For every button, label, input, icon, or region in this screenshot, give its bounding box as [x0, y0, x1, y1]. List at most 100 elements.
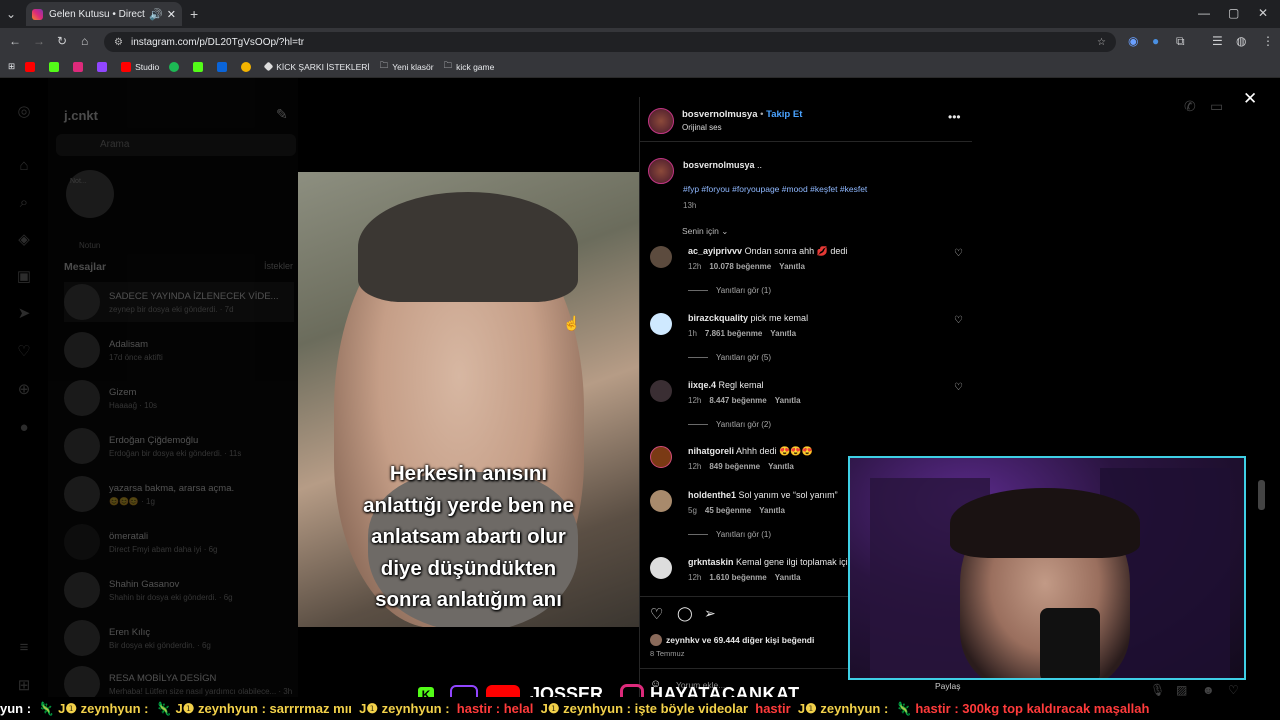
requests-link[interactable]: İstekler — [264, 261, 293, 271]
dm-thread[interactable]: Shahin Gasanov Shahin bir dosya eki gönde… — [64, 570, 294, 610]
profile-icon[interactable]: ◍ — [1236, 34, 1246, 48]
site-info-icon[interactable]: ⚙ — [114, 37, 123, 48]
dm-thread[interactable]: Adalisam 17d önce aktifti — [64, 330, 294, 370]
like-comment-icon[interactable]: ♡ — [954, 315, 963, 326]
bookmark-star-icon[interactable]: ☆ — [1097, 37, 1106, 48]
comment-post-icon[interactable]: ◯ — [677, 605, 693, 622]
share-button[interactable]: Paylaş — [935, 681, 961, 691]
avatar[interactable] — [650, 446, 672, 468]
vpn-extension-icon[interactable]: ● — [1152, 34, 1159, 48]
window-close-icon[interactable]: ✕ — [1258, 6, 1268, 20]
browser-menu-icon[interactable]: ⋮ — [1262, 34, 1274, 48]
kick-bookmark-icon[interactable] — [49, 61, 63, 72]
instagram-logo-icon[interactable]: ◎ — [14, 102, 34, 122]
follow-button[interactable]: Takip Et — [766, 109, 802, 120]
reply-button[interactable]: Yanıtla — [759, 506, 785, 515]
twitch-bookmark-icon[interactable] — [97, 61, 111, 72]
share-post-icon[interactable]: ➢ — [704, 605, 716, 622]
dm-thread[interactable]: Erdoğan Çiğdemoğlu Erdoğan bir dosya eki … — [64, 426, 294, 466]
youtube-bookmark-icon[interactable] — [25, 61, 39, 72]
compose-icon[interactable]: ✎ — [276, 106, 288, 123]
page-scrollbar[interactable] — [1258, 480, 1265, 510]
avatar[interactable] — [650, 246, 672, 268]
caption-username[interactable]: bosvernolmusya — [683, 160, 755, 170]
minimize-icon[interactable]: — — [1198, 6, 1210, 20]
apps-grid-icon[interactable]: ⊞ — [8, 61, 15, 72]
view-replies-link[interactable]: Yanıtları gör (2) — [688, 420, 771, 429]
tab-search-icon[interactable]: ⌄ — [6, 7, 16, 21]
kick-bookmark-2-icon[interactable] — [193, 61, 207, 72]
view-replies-link[interactable]: Yanıtları gör (5) — [688, 353, 771, 362]
browser-tab[interactable]: Gelen Kutusu • Direct 🔊 ✕ — [26, 2, 182, 26]
inbox-username[interactable]: j.cnkt — [64, 108, 98, 123]
close-modal-icon[interactable]: ✕ — [1243, 89, 1257, 109]
search-nav-icon[interactable]: ⌕ — [14, 193, 34, 213]
forward-icon[interactable]: → — [33, 34, 45, 48]
post-video[interactable]: Herkesin anısını anlattığı yerde ben ne … — [298, 172, 639, 627]
view-replies-link[interactable]: Yanıtları gör (1) — [688, 530, 771, 539]
avatar[interactable] — [650, 380, 672, 402]
reply-button[interactable]: Yanıtla — [770, 329, 796, 338]
home-icon[interactable]: ⌂ — [81, 34, 88, 48]
video-call-icon: ▭ — [1210, 98, 1224, 114]
more-menu-icon[interactable]: ≡ — [14, 638, 34, 658]
view-replies-link[interactable]: Yanıtları gör (1) — [688, 286, 771, 295]
speaker-icon[interactable]: 🔊 — [149, 8, 163, 21]
bookmark-kick-sarki[interactable]: KİCK ŞARKI İSTEKLERİ — [263, 62, 370, 72]
like-comment-icon[interactable]: ♡ — [954, 382, 963, 393]
audio-label[interactable]: Orijinal ses — [682, 123, 722, 132]
home-nav-icon[interactable]: ⌂ — [14, 156, 34, 176]
comment-user[interactable]: birazckquality — [688, 313, 748, 323]
liked-by-text[interactable]: zeynhkv ve 69.444 diğer kişi beğendi — [666, 635, 814, 645]
profile-nav-avatar[interactable]: ● — [14, 418, 34, 438]
chrome-bookmark-icon[interactable] — [241, 61, 255, 72]
reply-button[interactable]: Yanıtla — [768, 462, 794, 471]
dm-thread[interactable]: yazarsa bakma, ararsa açma. 😊😊😊 · 1g — [64, 474, 294, 514]
reels-nav-icon[interactable]: ▣ — [14, 267, 34, 287]
extension-icon[interactable]: ◉ — [1128, 34, 1138, 48]
new-tab-icon[interactable]: + — [190, 6, 198, 22]
tab-close-icon[interactable]: ✕ — [167, 8, 176, 21]
maximize-icon[interactable]: ▢ — [1228, 6, 1239, 20]
avatar[interactable] — [650, 490, 672, 512]
comment-user[interactable]: holdenthe1 — [688, 490, 736, 500]
caption-avatar[interactable] — [648, 158, 674, 184]
explore-nav-icon[interactable]: ◈ — [14, 230, 34, 250]
instagram-bookmark-icon[interactable] — [73, 61, 87, 72]
extensions-puzzle-icon[interactable]: ⧉ — [1176, 34, 1185, 49]
avatar[interactable] — [650, 557, 672, 579]
outlook-bookmark-icon[interactable] — [217, 61, 231, 72]
dm-thread[interactable]: ömeratali Direct Fmyi abam daha iyi · 6g — [64, 522, 294, 562]
dm-thread[interactable]: SADECE YAYINDA İZLENECEK VİDE... zeynep b… — [64, 282, 294, 322]
author-avatar[interactable] — [648, 108, 674, 134]
comment-user[interactable]: grkntaskin — [688, 557, 734, 567]
create-nav-icon[interactable]: ⊕ — [14, 380, 34, 400]
reload-icon[interactable]: ↻ — [57, 34, 67, 48]
author-username[interactable]: bosvernolmusya — [682, 109, 758, 120]
dm-search-input[interactable]: Arama — [56, 134, 296, 156]
bookmark-studio[interactable]: Studio — [121, 61, 159, 72]
messages-nav-icon[interactable]: ➤ — [14, 304, 34, 324]
notifications-nav-icon[interactable]: ♡ — [14, 342, 34, 362]
more-options-icon[interactable]: ••• — [948, 110, 961, 124]
comment-user[interactable]: ac_ayiprivvv — [688, 246, 742, 256]
like-post-icon[interactable]: ♡ — [650, 605, 663, 623]
threads-nav-icon[interactable]: ⊞ — [14, 676, 34, 696]
like-comment-icon[interactable]: ♡ — [954, 248, 963, 259]
reading-list-icon[interactable]: ☰ — [1212, 34, 1223, 48]
comment-sort-dropdown[interactable]: Senin için ⌄ — [682, 226, 728, 237]
reply-button[interactable]: Yanıtla — [775, 396, 801, 405]
reply-button[interactable]: Yanıtla — [775, 573, 801, 582]
avatar[interactable] — [650, 313, 672, 335]
dm-thread[interactable]: Gizem Haaaağ · 10s — [64, 378, 294, 418]
hashtags[interactable]: #fyp #foryou #foryoupage #mood #keşfet #… — [683, 184, 867, 194]
comment-user[interactable]: iixqe.4 — [688, 380, 716, 390]
bookmark-yeni-klasor[interactable]: 🗀 Yeni klasör — [380, 60, 434, 74]
address-bar[interactable]: ⚙ instagram.com/p/DL20TgVsOOp/?hl=tr ☆ — [104, 32, 1116, 52]
dm-thread[interactable]: Eren Kılıç Bir dosya eki gönderdin. · 6g — [64, 618, 294, 658]
spotify-bookmark-icon[interactable] — [169, 61, 183, 72]
reply-button[interactable]: Yanıtla — [779, 262, 805, 271]
bookmark-kick-game[interactable]: 🗀 kick game — [444, 60, 495, 74]
comment-user[interactable]: nihatgoreli — [688, 446, 734, 456]
back-icon[interactable]: ← — [9, 34, 21, 48]
